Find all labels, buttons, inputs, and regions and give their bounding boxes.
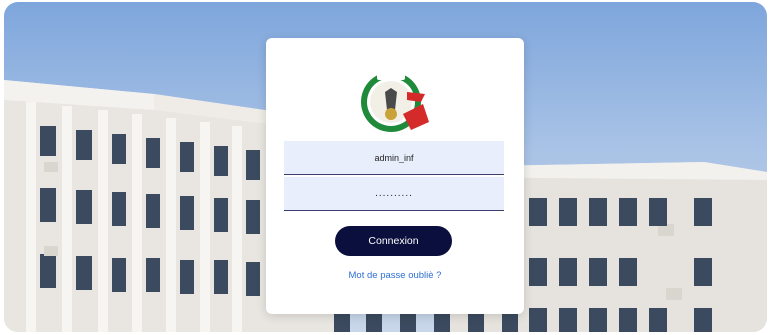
forgot-password-link[interactable]: Mot de passe oubliè ? (266, 270, 524, 281)
university-logo-icon (361, 72, 429, 132)
password-field[interactable] (284, 177, 504, 211)
login-card: Connexion Mot de passe oubliè ? (266, 38, 524, 314)
connexion-button[interactable]: Connexion (335, 226, 452, 256)
login-page: Connexion Mot de passe oubliè ? (4, 2, 767, 332)
username-field[interactable] (284, 141, 504, 175)
